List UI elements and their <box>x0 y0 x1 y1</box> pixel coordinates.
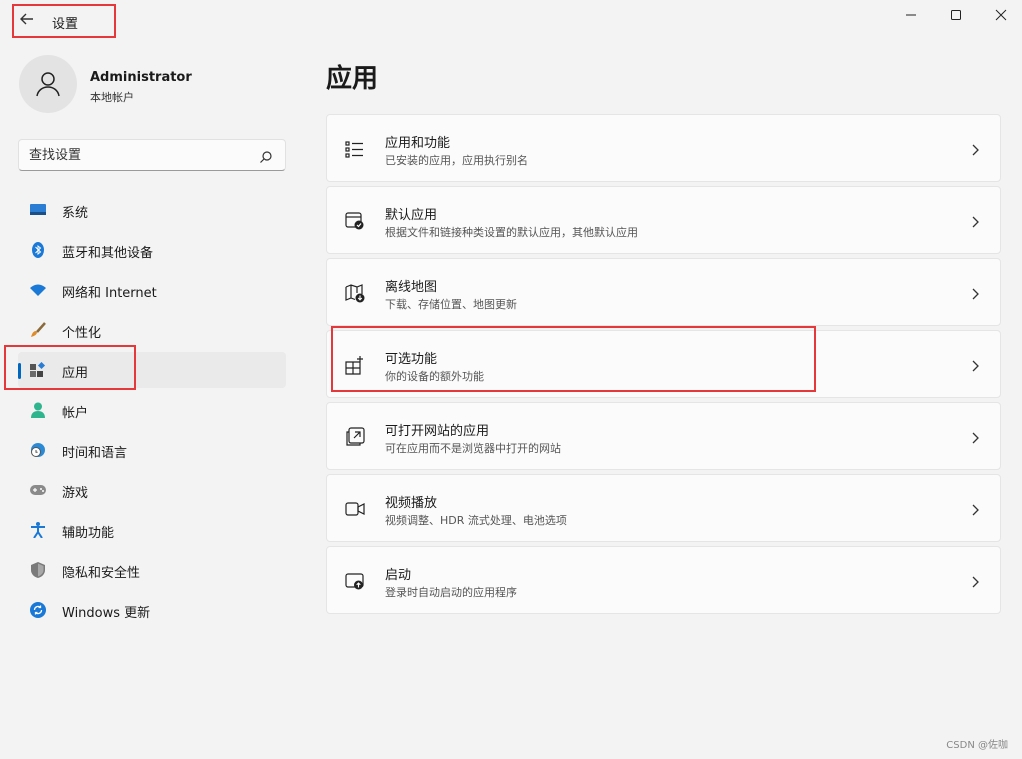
chevron-right-icon <box>970 214 980 228</box>
sidebar-item-privacy[interactable]: 隐私和安全性 <box>18 552 286 588</box>
sidebar-item-time-language[interactable]: 时间和语言 <box>18 432 286 468</box>
sidebar-item-label: 个性化 <box>62 326 102 341</box>
startup-icon <box>345 571 365 591</box>
sidebar-item-accessibility[interactable]: 辅助功能 <box>18 512 286 548</box>
bluetooth-icon <box>30 242 46 258</box>
chevron-right-icon <box>970 430 980 444</box>
card-title: 可打开网站的应用 <box>385 424 490 439</box>
card-title: 应用和功能 <box>385 136 451 151</box>
card-subtitle: 登录时自动启动的应用程序 <box>385 586 517 599</box>
card-optional-features[interactable]: 可选功能 你的设备的额外功能 <box>326 330 1001 398</box>
open-external-icon <box>345 427 365 447</box>
card-subtitle: 可在应用而不是浏览器中打开的网站 <box>385 442 561 455</box>
sidebar-item-gaming[interactable]: 游戏 <box>18 472 286 508</box>
chevron-right-icon <box>970 502 980 516</box>
update-icon <box>30 602 46 618</box>
card-subtitle: 视频调整、HDR 流式处理、电池选项 <box>385 514 567 527</box>
sidebar-item-label: 网络和 Internet <box>62 286 157 301</box>
card-title: 启动 <box>385 568 412 583</box>
card-subtitle: 你的设备的额外功能 <box>385 370 484 383</box>
card-title: 可选功能 <box>385 352 438 367</box>
sidebar-nav: 系统 蓝牙和其他设备 网络和 Internet 个性化 应用 帐户 时间和语言 … <box>18 192 286 632</box>
sidebar-item-accounts[interactable]: 帐户 <box>18 392 286 428</box>
back-arrow-icon[interactable] <box>18 10 36 28</box>
search-input[interactable] <box>29 146 254 164</box>
sidebar-item-apps[interactable]: 应用 <box>18 352 286 388</box>
sidebar-item-label: 帐户 <box>62 406 89 421</box>
card-subtitle: 根据文件和链接种类设置的默认应用，其他默认应用 <box>385 226 638 239</box>
maximize-button[interactable] <box>933 4 979 26</box>
monitor-icon <box>30 202 46 218</box>
settings-card-list: 应用和功能 已安装的应用，应用执行别名 默认应用 根据文件和链接种类设置的默认应… <box>326 114 1001 618</box>
card-title: 默认应用 <box>385 208 438 223</box>
card-default-apps[interactable]: 默认应用 根据文件和链接种类设置的默认应用，其他默认应用 <box>326 186 1001 254</box>
chevron-right-icon <box>970 358 980 372</box>
sidebar-item-label: 应用 <box>62 366 89 381</box>
sidebar-item-personalization[interactable]: 个性化 <box>18 312 286 348</box>
shield-icon <box>30 562 46 578</box>
accessibility-icon <box>30 522 46 538</box>
chevron-right-icon <box>970 142 980 156</box>
close-button[interactable] <box>978 4 1022 26</box>
sidebar-item-label: 蓝牙和其他设备 <box>62 246 154 261</box>
sidebar-item-label: Windows 更新 <box>62 606 151 621</box>
sidebar-item-windows-update[interactable]: Windows 更新 <box>18 592 286 628</box>
card-title: 离线地图 <box>385 280 438 295</box>
card-apps-for-websites[interactable]: 可打开网站的应用 可在应用而不是浏览器中打开的网站 <box>326 402 1001 470</box>
add-feature-icon <box>345 355 365 375</box>
user-icon <box>36 72 60 97</box>
wifi-icon <box>30 282 46 298</box>
globe-clock-icon <box>30 442 46 458</box>
sidebar-item-label: 系统 <box>62 206 89 221</box>
card-startup[interactable]: 启动 登录时自动启动的应用程序 <box>326 546 1001 614</box>
person-icon <box>30 402 46 418</box>
watermark: CSDN @佐咖 <box>946 740 1008 751</box>
card-offline-maps[interactable]: 离线地图 下载、存储位置、地图更新 <box>326 258 1001 326</box>
sidebar-item-label: 隐私和安全性 <box>62 566 141 581</box>
search-icon[interactable] <box>259 149 273 163</box>
avatar[interactable] <box>19 55 77 113</box>
gamepad-icon <box>30 482 46 498</box>
chevron-right-icon <box>970 574 980 588</box>
sidebar-item-label: 辅助功能 <box>62 526 115 541</box>
card-title: 视频播放 <box>385 496 438 511</box>
list-icon <box>345 139 365 159</box>
card-video-playback[interactable]: 视频播放 视频调整、HDR 流式处理、电池选项 <box>326 474 1001 542</box>
sidebar-item-label: 游戏 <box>62 486 89 501</box>
apps-icon <box>30 362 46 378</box>
sidebar-item-network[interactable]: 网络和 Internet <box>18 272 286 308</box>
card-subtitle: 已安装的应用，应用执行别名 <box>385 154 528 167</box>
sidebar-item-bluetooth[interactable]: 蓝牙和其他设备 <box>18 232 286 268</box>
card-subtitle: 下载、存储位置、地图更新 <box>385 298 517 311</box>
sidebar-item-label: 时间和语言 <box>62 446 128 461</box>
video-icon <box>345 499 365 519</box>
map-icon <box>345 283 365 303</box>
title-bar: 设置 <box>0 0 1022 36</box>
chevron-right-icon <box>970 286 980 300</box>
card-apps-features[interactable]: 应用和功能 已安装的应用，应用执行别名 <box>326 114 1001 182</box>
profile-name: Administrator <box>90 70 192 85</box>
sidebar-item-system[interactable]: 系统 <box>18 192 286 228</box>
page-title: 应用 <box>326 64 379 94</box>
window-title: 设置 <box>52 17 79 32</box>
default-app-icon <box>345 211 365 231</box>
search-box[interactable] <box>18 139 286 171</box>
profile-account-type: 本地帐户 <box>90 91 134 104</box>
brush-icon <box>30 322 46 338</box>
minimize-button[interactable] <box>888 4 934 26</box>
